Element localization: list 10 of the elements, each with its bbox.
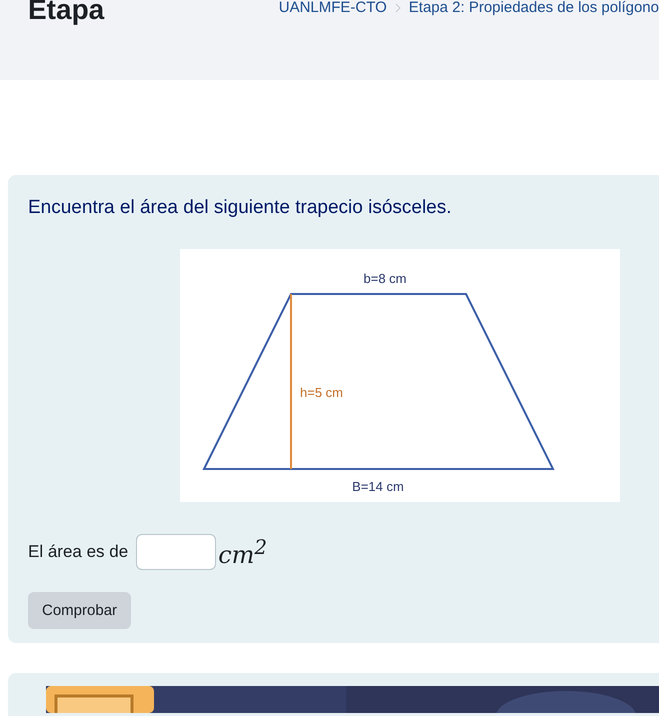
trapezoid-drawing: b=8 cm h=5 cm B=14 cm [180,249,620,502]
answer-label: El área es de [28,542,128,562]
question-prompt: Encuentra el área del siguiente trapecio isósceles. [28,197,453,219]
answer-field[interactable] [136,534,216,570]
check-button[interactable]: Comprobar [28,592,132,629]
unit-label: cm$^{2}$ [218,535,268,569]
breadcrumb-link[interactable]: UANLMFE-CTO [278,0,387,20]
breadcrumb-link[interactable]: Etapa 2: Propiedades de los polígono [408,0,659,20]
page-title: Etapa [28,0,104,26]
chevron-icon [394,3,401,13]
